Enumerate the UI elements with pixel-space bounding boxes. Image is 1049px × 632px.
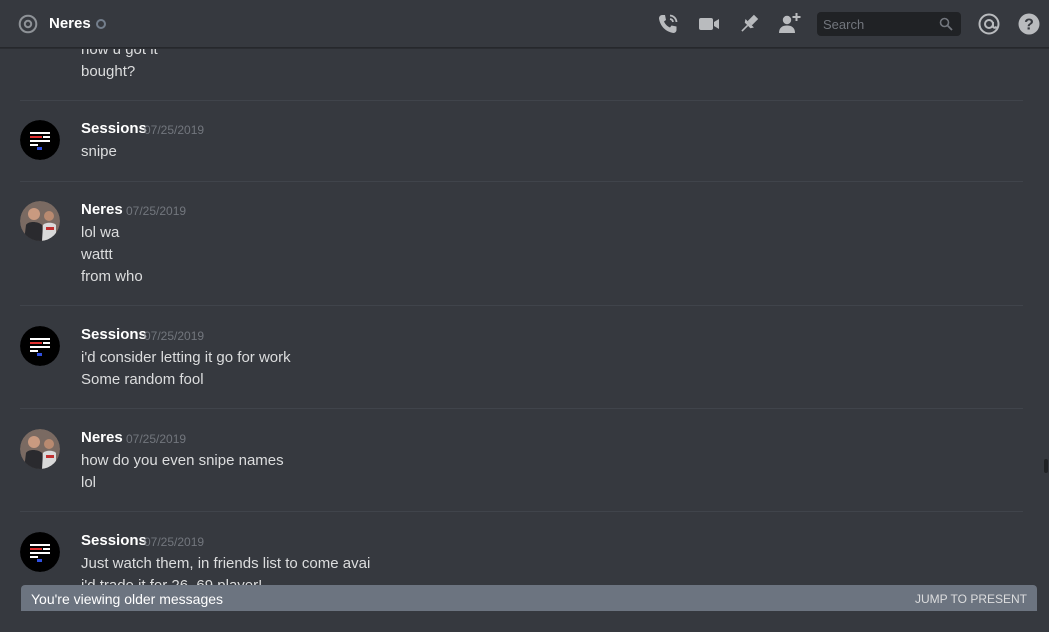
video-icon[interactable]: [697, 12, 721, 36]
message-timestamp: 07/25/2019: [144, 123, 205, 137]
message-divider: [20, 511, 1023, 512]
message-text: wattt: [81, 246, 113, 263]
author-name[interactable]: Neres: [81, 429, 123, 446]
message-timestamp: 07/25/2019: [126, 204, 187, 218]
message-text: Just watch them, in friends list to come…: [81, 555, 371, 572]
message-timestamp: 07/25/2019: [144, 535, 205, 549]
message-timestamp: 07/25/2019: [126, 432, 187, 446]
help-icon[interactable]: ?: [1017, 12, 1041, 36]
channel-header: Neres ?: [0, 0, 1049, 48]
message-divider: [20, 408, 1023, 409]
message-text: lol wa: [81, 224, 120, 241]
sessions-avatar[interactable]: [20, 532, 60, 572]
sessions-avatar[interactable]: [20, 326, 60, 366]
message-text: lol: [81, 474, 97, 491]
sessions-avatar[interactable]: [20, 120, 60, 160]
add-friend-icon[interactable]: [777, 12, 801, 36]
status-indicator: [96, 19, 106, 29]
svg-text:?: ?: [1024, 17, 1034, 34]
call-icon[interactable]: [656, 12, 680, 36]
message-text: how u got it: [81, 49, 158, 58]
message-text: i'd consider letting it go for work: [81, 349, 291, 366]
at-icon: [18, 14, 38, 34]
message-divider: [20, 181, 1023, 182]
author-name[interactable]: Sessions: [81, 120, 147, 137]
message-text: bought?: [81, 63, 136, 80]
neres-avatar[interactable]: [20, 429, 60, 469]
pin-icon[interactable]: [737, 12, 761, 36]
message-text: how do you even snipe names: [81, 452, 284, 469]
author-name[interactable]: Sessions: [81, 532, 147, 549]
older-messages-text: You're viewing older messages: [31, 591, 224, 607]
older-messages-bar: You're viewing older messages JUMP TO PR…: [21, 585, 1037, 611]
message-divider: [20, 100, 1023, 101]
mentions-icon[interactable]: [977, 12, 1001, 36]
message-text: Some random fool: [81, 371, 204, 388]
search-input[interactable]: [817, 12, 935, 36]
search-box[interactable]: [817, 12, 961, 36]
message-text: snipe: [81, 143, 117, 160]
channel-name: Neres: [49, 15, 91, 32]
author-name[interactable]: Neres: [81, 201, 123, 218]
jump-to-present-button[interactable]: JUMP TO PRESENT: [915, 592, 1027, 606]
neres-avatar[interactable]: [20, 201, 60, 241]
scrollbar-thumb[interactable]: [1044, 459, 1048, 473]
message-text: from who: [81, 268, 143, 285]
message-timestamp: 07/25/2019: [144, 329, 205, 343]
search-icon: [939, 17, 953, 31]
message-divider: [20, 305, 1023, 306]
message-list[interactable]: how u got it bought? Sessions 07/25/2019…: [0, 49, 1043, 632]
author-name[interactable]: Sessions: [81, 326, 147, 343]
